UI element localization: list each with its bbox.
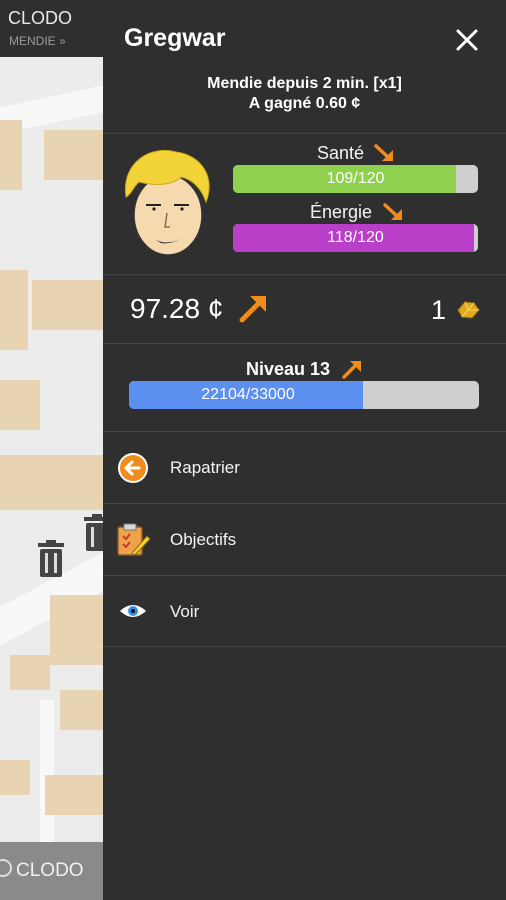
map-building: [44, 130, 103, 180]
energy-bar: 118/120: [233, 224, 478, 252]
health-bar: 109/120: [233, 165, 478, 193]
eye-icon: [119, 601, 147, 626]
divider: [103, 274, 506, 275]
health-label: Santé: [317, 143, 365, 163]
map-bottom-button[interactable]: CLODO: [0, 842, 103, 900]
map-building: [0, 760, 30, 795]
trash-can-icon[interactable]: [36, 540, 66, 583]
xp-value: 22104/33000: [201, 386, 295, 403]
location-icon: [0, 859, 12, 877]
begging-status: Mendie depuis 2 min. [x1]: [207, 75, 402, 92]
energy-value: 118/120: [327, 229, 384, 246]
map-building: [10, 655, 50, 690]
map-top-bar: CLODO MENDIE »: [0, 0, 103, 57]
bottom-button-label: CLODO: [16, 860, 84, 881]
map-building: [0, 455, 103, 510]
map-building: [0, 270, 28, 350]
xp-bar: 22104/33000: [129, 381, 479, 409]
trash-can-icon[interactable]: [82, 514, 103, 557]
level-label: Niveau 13: [246, 359, 331, 379]
money-value: 97.28 ¢: [130, 293, 224, 324]
status-subtitle[interactable]: MENDIE »: [9, 34, 66, 48]
gold-value: 1: [431, 295, 447, 325]
menu-item-rapatrier[interactable]: Rapatrier: [103, 432, 506, 503]
health-value: 109/120: [326, 170, 385, 187]
menu-label: Objectifs: [170, 530, 237, 549]
back-arrow-icon: [117, 452, 149, 489]
map-building: [50, 595, 103, 665]
map-building: [0, 380, 40, 430]
divider: [103, 646, 506, 647]
map-building: [0, 120, 22, 190]
menu-item-objectifs[interactable]: Objectifs: [103, 504, 506, 575]
menu-label: Voir: [170, 602, 200, 621]
objectives-icon: [115, 522, 151, 563]
energy-label: Énergie: [310, 202, 373, 222]
close-icon[interactable]: [455, 28, 479, 52]
player-name: Gregwar: [124, 24, 226, 52]
player-drawer: Gregwar Mendie depuis 2 min. [x1] A gagn…: [103, 0, 506, 900]
map-building: [32, 280, 103, 330]
divider: [103, 133, 506, 134]
divider: [103, 343, 506, 344]
app-title: CLODO: [8, 8, 73, 28]
map-building: [60, 690, 103, 730]
earned-status: A gagné 0.60 ¢: [248, 95, 361, 112]
avatar: [121, 147, 215, 262]
gold-nugget-icon: [456, 299, 480, 326]
menu-item-voir[interactable]: Voir: [103, 576, 506, 647]
map-view[interactable]: CLODO MENDIE » CLODO: [0, 0, 103, 900]
menu-label: Rapatrier: [170, 458, 240, 477]
trend-up-icon: [238, 292, 270, 329]
map-building: [45, 775, 103, 815]
